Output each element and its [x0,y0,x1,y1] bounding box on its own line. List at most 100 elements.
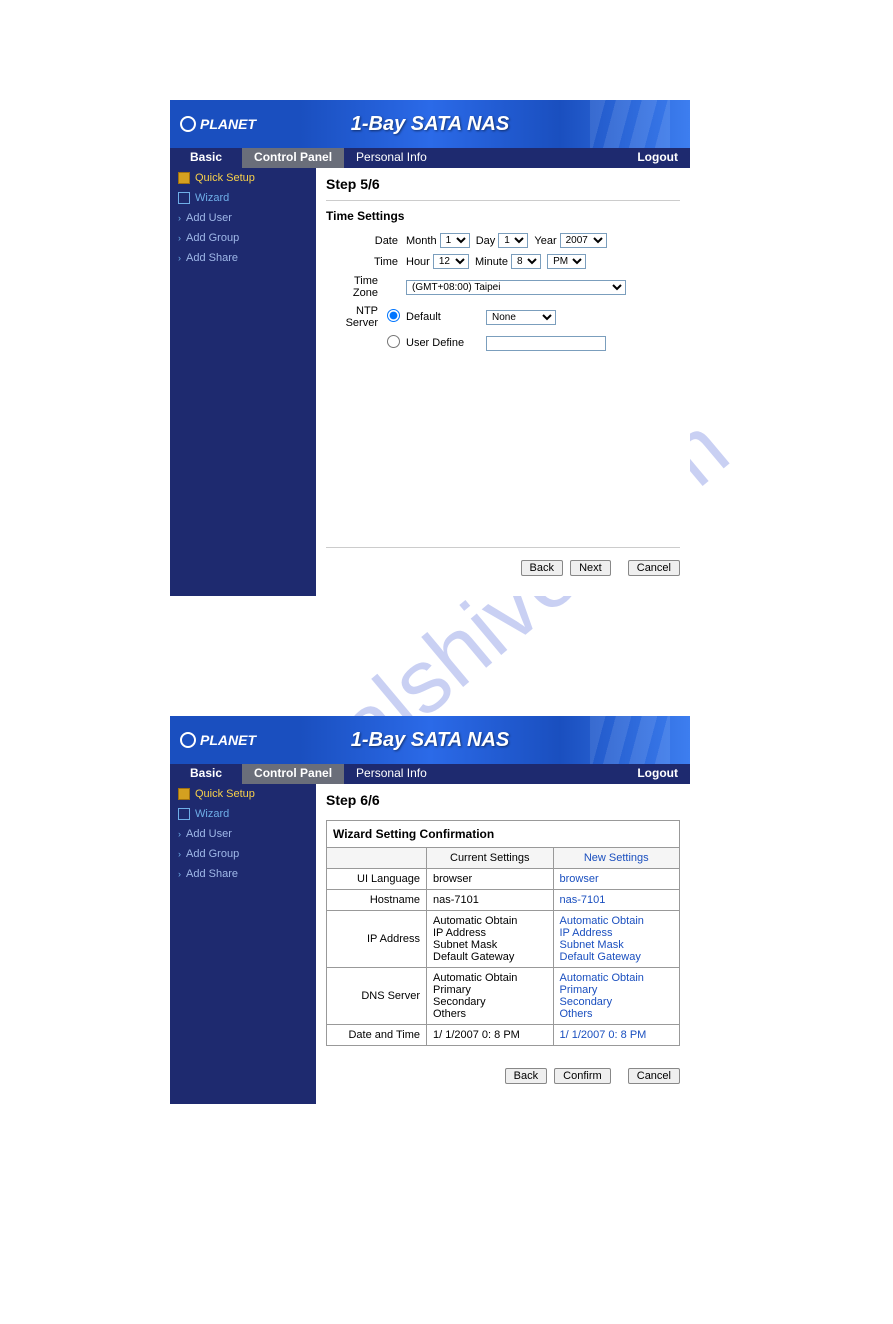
wizard-icon [178,192,190,204]
table-row: UI Language browser browser [327,869,680,890]
row-date: Date Month 1 Day 1 Year 2007 [326,233,680,248]
td-ui-new: browser [553,869,680,890]
chevron-icon: › [178,869,181,879]
ntp-userdef-input[interactable] [486,336,606,351]
menu-logout[interactable]: Logout [625,764,690,784]
timezone-select[interactable]: (GMT+08:00) Taipei [406,280,626,295]
year-select[interactable]: 2007 [560,233,607,248]
folder-icon [178,788,190,800]
back-button[interactable]: Back [505,1068,547,1084]
minute-select[interactable]: 8 [511,254,541,269]
td-ip-cur: Automatic Obtain IP Address Subnet Mask … [427,911,554,968]
folder-icon [178,172,190,184]
td-ui-cur: browser [427,869,554,890]
row-label-ip: IP Address [327,911,427,968]
row-label-host: Hostname [327,890,427,911]
brand-text: PLANET [200,732,256,748]
menu-control-panel[interactable]: Control Panel [242,148,344,168]
table-row: DNS Server Automatic Obtain Primary Seco… [327,968,680,1025]
sidebar-add-share[interactable]: › Add Share [170,864,316,884]
td-dns-new: Automatic Obtain Primary Secondary Other… [553,968,680,1025]
sidebar-add-share[interactable]: › Add Share [170,248,316,268]
header: PLANET 1-Bay SATA NAS [170,100,690,148]
ntp-userdef-label: User Define [406,337,486,349]
menu-basic[interactable]: Basic [170,764,242,784]
menu-basic[interactable]: Basic [170,148,242,168]
button-row: Back Confirm Cancel [326,1056,680,1096]
brand-text: PLANET [200,116,256,132]
menu-control-panel[interactable]: Control Panel [242,764,344,784]
row-timezone: Time Zone (GMT+08:00) Taipei [326,275,680,299]
confirm-caption: Wizard Setting Confirmation [326,820,680,847]
header-title: 1-Bay SATA NAS [351,113,510,136]
ntp-label: NTP Server [326,305,386,329]
step-title: Step 6/6 [326,792,680,816]
back-button[interactable]: Back [521,560,563,576]
button-row: Back Next Cancel [326,547,680,588]
ntp-userdef-radio[interactable] [387,335,400,348]
date-label: Date [326,235,406,247]
sidebar-add-group[interactable]: › Add Group [170,228,316,248]
menubar: Basic Control Panel Personal Info Logout [170,764,690,784]
row-label-dns: DNS Server [327,968,427,1025]
month-select[interactable]: 1 [440,233,470,248]
table-row: Date and Time 1/ 1/2007 0: 8 PM 1/ 1/200… [327,1025,680,1046]
hour-select[interactable]: 12 [433,254,469,269]
chevron-icon: › [178,233,181,243]
planet-logo-icon [180,732,196,748]
menu-personal-info[interactable]: Personal Info [344,148,439,168]
confirm-button[interactable]: Confirm [554,1068,611,1084]
sidebar-quick-setup[interactable]: Quick Setup [170,168,316,188]
ntp-default-radio[interactable] [387,309,400,322]
chevron-icon: › [178,829,181,839]
cancel-button[interactable]: Cancel [628,1068,680,1084]
th-current: Current Settings [427,848,554,869]
day-label: Day [476,235,496,247]
td-host-new: nas-7101 [553,890,680,911]
logo: PLANET [180,116,256,132]
sidebar-wizard[interactable]: Wizard [170,188,316,208]
header-decoration [590,100,670,148]
logo: PLANET [180,732,256,748]
sidebar: Quick Setup Wizard › Add User › Add Grou… [170,168,316,596]
chevron-icon: › [178,253,181,263]
main-content: Step 6/6 Wizard Setting Confirmation Cur… [316,784,690,1104]
wizard-icon [178,808,190,820]
td-dt-cur: 1/ 1/2007 0: 8 PM [427,1025,554,1046]
row-label-dt: Date and Time [327,1025,427,1046]
row-ntp-user: User Define [326,335,680,351]
table-row: IP Address Automatic Obtain IP Address S… [327,911,680,968]
sidebar-add-user[interactable]: › Add User [170,208,316,228]
tz-label: Time Zone [326,275,386,299]
header-decoration [590,716,670,764]
table-header-row: Current Settings New Settings [327,848,680,869]
menu-logout[interactable]: Logout [625,148,690,168]
ampm-select[interactable]: PM [547,254,586,269]
new-settings-link[interactable]: New Settings [584,852,649,864]
th-new: New Settings [553,848,680,869]
sidebar-wizard[interactable]: Wizard [170,804,316,824]
next-button[interactable]: Next [570,560,611,576]
planet-logo-icon [180,116,196,132]
sidebar: Quick Setup Wizard › Add User › Add Grou… [170,784,316,1104]
sidebar-add-user[interactable]: › Add User [170,824,316,844]
time-label: Time [326,256,406,268]
main-content: Step 5/6 Time Settings Date Month 1 Day … [316,168,690,596]
sidebar-add-group[interactable]: › Add Group [170,844,316,864]
td-dns-cur: Automatic Obtain Primary Secondary Other… [427,968,554,1025]
table-row: Hostname nas-7101 nas-7101 [327,890,680,911]
cancel-button[interactable]: Cancel [628,560,680,576]
hour-label: Hour [406,256,430,268]
step-title: Step 5/6 [326,176,680,201]
row-ntp-default: NTP Server Default None [326,305,680,329]
day-select[interactable]: 1 [498,233,528,248]
chevron-icon: › [178,849,181,859]
panel-step6: PLANET 1-Bay SATA NAS Basic Control Pane… [170,716,690,1104]
sidebar-quick-setup[interactable]: Quick Setup [170,784,316,804]
section-title: Time Settings [326,209,680,223]
ntp-default-select[interactable]: None [486,310,556,325]
header-title: 1-Bay SATA NAS [351,729,510,752]
row-time: Time Hour 12 Minute 8 PM [326,254,680,269]
menu-personal-info[interactable]: Personal Info [344,764,439,784]
menubar: Basic Control Panel Personal Info Logout [170,148,690,168]
